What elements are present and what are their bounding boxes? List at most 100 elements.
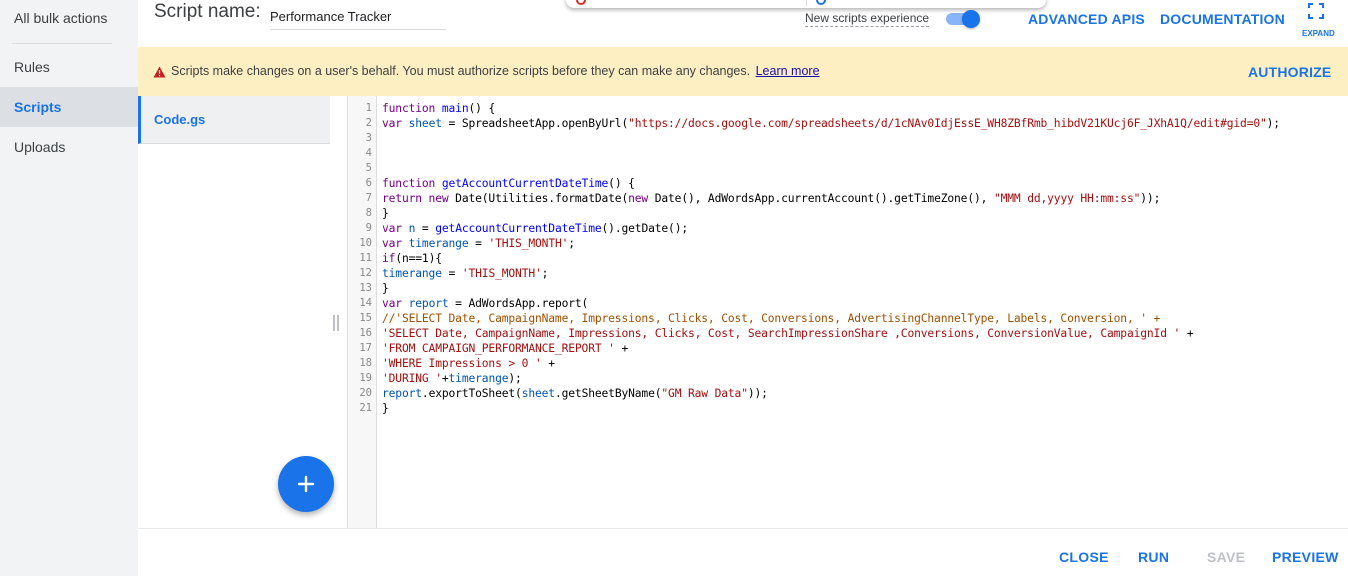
- script-name-input[interactable]: [270, 4, 446, 30]
- code-line: function main() {: [382, 101, 495, 116]
- code-token: getAccountCurrentDateTime: [441, 177, 609, 190]
- code-token: ;: [541, 267, 549, 280]
- popup-fragment: [566, 0, 1046, 8]
- preview-button[interactable]: PREVIEW: [1272, 549, 1339, 565]
- nav-divider: [12, 43, 112, 44]
- code-line: 'WHERE Impressions > 0 ' +: [382, 356, 555, 371]
- line-number: 19: [359, 372, 372, 384]
- code-token: "GM Raw Data": [661, 387, 748, 400]
- nav-item-all-bulk-actions[interactable]: All bulk actions: [0, 0, 138, 38]
- code-line: var timerange = 'THIS_MONTH';: [382, 236, 575, 251]
- code-token: 'SELECT Date, CampaignName, Impressions,…: [382, 327, 1181, 340]
- nav-item-scripts[interactable]: Scripts: [0, 87, 138, 127]
- code-token: +: [614, 342, 629, 355]
- code-token: );: [1266, 117, 1280, 130]
- code-token: report: [382, 387, 422, 400]
- code-token: getAccountCurrentDateTime: [435, 222, 602, 235]
- code-editor[interactable]: 1 2 3 4 5 6 7 8 9 10 11 12 13 14 15 16 17 18 19 20 21 functi…: [347, 96, 1348, 528]
- line-number: 21: [359, 402, 372, 414]
- file-tab-code-gs[interactable]: Code.gs: [138, 96, 330, 144]
- file-panel: Code.gs: [138, 96, 347, 528]
- footer-actions: CLOSE RUN SAVE PREVIEW: [138, 528, 1348, 576]
- code-token: Date(Utilities.formatDate(: [455, 192, 629, 205]
- code-line: function getAccountCurrentDateTime() {: [382, 176, 635, 191]
- learn-more-link[interactable]: Learn more: [756, 64, 820, 78]
- code-token: 'DURING ': [382, 372, 442, 385]
- code-token: =: [415, 222, 436, 235]
- code-token: ;: [568, 237, 575, 250]
- code-token: function: [382, 102, 442, 115]
- code-token: //'SELECT Date, CampaignName, Impression…: [382, 312, 1161, 325]
- code-token: );: [508, 372, 522, 385]
- code-token: = AdWordsApp.report(: [448, 297, 589, 310]
- toggle-thumb: [962, 10, 980, 28]
- code-token: 'FROM CAMPAIGN_PERFORMANCE_REPORT ': [382, 342, 615, 355]
- code-token: if: [382, 252, 396, 265]
- code-token: var: [382, 222, 409, 235]
- code-token: }: [382, 282, 389, 295]
- code-line: timerange = 'THIS_MONTH';: [382, 266, 548, 281]
- code-token: 'WHERE Impressions > 0 ': [382, 357, 542, 370]
- code-token: sheet: [521, 387, 555, 400]
- code-token: main: [441, 102, 469, 115]
- code-token: timerange: [408, 237, 469, 250]
- line-number: 2: [365, 117, 372, 129]
- new-scripts-toggle[interactable]: [944, 10, 980, 28]
- code-token: ().getDate();: [601, 222, 689, 235]
- nav-item-uploads[interactable]: Uploads: [0, 127, 138, 167]
- code-token: (n==1){: [395, 252, 442, 265]
- code-token: var: [382, 117, 409, 130]
- line-number: 17: [359, 342, 372, 354]
- line-number: 4: [365, 147, 372, 159]
- line-number: 7: [365, 192, 372, 204]
- code-token: var: [382, 297, 409, 310]
- code-line: 'SELECT Date, CampaignName, Impressions,…: [382, 326, 1194, 341]
- code-token: .getSheetByName(: [554, 387, 662, 400]
- code-line: //'SELECT Date, CampaignName, Impression…: [382, 311, 1160, 326]
- code-token: return new: [382, 192, 456, 205]
- code-token: = SpreadsheetApp.openByUrl(: [441, 117, 629, 130]
- panel-resize-handle[interactable]: [333, 315, 341, 333]
- fullscreen-icon: [1308, 3, 1324, 19]
- line-number: 15: [359, 312, 372, 324]
- line-number-gutter: 1 2 3 4 5 6 7 8 9 10 11 12 13 14 15 16 17 18 19 20 21: [348, 96, 377, 528]
- code-line: }: [382, 401, 389, 416]
- line-number: 5: [365, 162, 372, 174]
- advanced-apis-link[interactable]: ADVANCED APIS: [1028, 11, 1145, 27]
- code-token: sheet: [408, 117, 442, 130]
- code-token: new: [628, 192, 655, 205]
- line-number: 8: [365, 207, 372, 219]
- authorize-button[interactable]: AUTHORIZE: [1248, 64, 1331, 80]
- line-number: 13: [359, 282, 372, 294]
- expand-button[interactable]: EXPAND: [1302, 3, 1335, 39]
- code-token: }: [382, 207, 389, 220]
- line-number: 18: [359, 357, 372, 369]
- code-token: =: [441, 267, 462, 280]
- code-line: var sheet = SpreadsheetApp.openByUrl("ht…: [382, 116, 1280, 131]
- nav-item-rules[interactable]: Rules: [0, 47, 138, 87]
- add-file-button[interactable]: [278, 456, 334, 512]
- close-button[interactable]: CLOSE: [1059, 549, 1109, 565]
- code-token: 'THIS_MONTH': [488, 237, 569, 250]
- line-number: 16: [359, 327, 372, 339]
- code-line: if(n==1){: [382, 251, 442, 266]
- code-line: 'FROM CAMPAIGN_PERFORMANCE_REPORT ' +: [382, 341, 628, 356]
- run-button[interactable]: RUN: [1138, 549, 1169, 565]
- popup-divider: [806, 0, 807, 6]
- line-number: 6: [365, 177, 372, 189]
- code-token: function: [382, 177, 442, 190]
- left-nav: All bulk actions Rules Scripts Uploads: [0, 0, 138, 576]
- file-name: Code.gs: [154, 112, 206, 127]
- documentation-link[interactable]: DOCUMENTATION: [1160, 11, 1285, 27]
- banner-text: Scripts make changes on a user's behalf.…: [171, 64, 751, 78]
- code-line: var report = AdWordsApp.report(: [382, 296, 588, 311]
- line-number: 14: [359, 297, 372, 309]
- code-token: ));: [747, 387, 768, 400]
- code-line: return new Date(Utilities.formatDate(new…: [382, 191, 1160, 206]
- code-line: }: [382, 281, 389, 296]
- code-token: var: [382, 237, 409, 250]
- line-number: 1: [365, 102, 372, 114]
- code-token: ));: [1140, 192, 1161, 205]
- code-line: report.exportToSheet(sheet.getSheetByNam…: [382, 386, 768, 401]
- info-icon: [816, 0, 826, 5]
